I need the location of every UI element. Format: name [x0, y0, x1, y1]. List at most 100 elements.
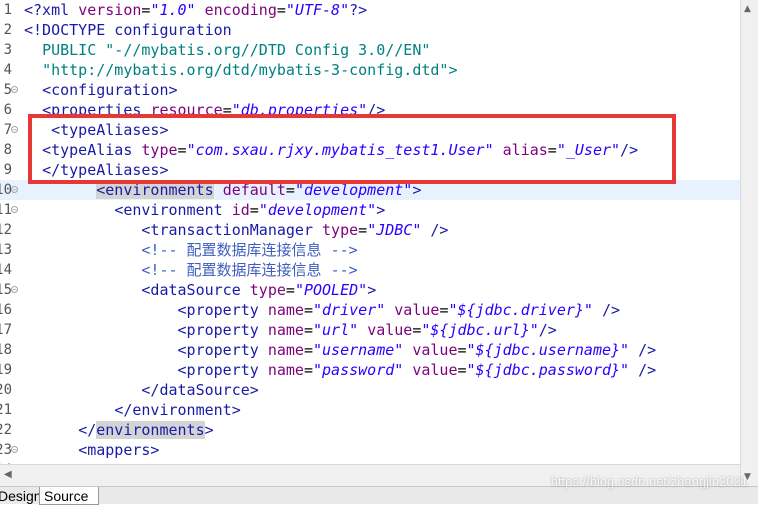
token-tag: <typeAliases> — [51, 121, 169, 139]
code-line[interactable]: 14 <!-- 配置数据库连接信息 --> — [0, 260, 740, 280]
code-text: <!-- 配置数据库连接信息 --> — [24, 260, 357, 280]
code-text: <property name="username" value="${jdbc.… — [24, 340, 657, 360]
code-line[interactable]: 23− <mappers> — [0, 440, 740, 460]
code-text: </dataSource> — [24, 380, 258, 400]
token-str: "driver" — [313, 301, 386, 319]
scroll-left-icon[interactable]: ◀ — [4, 469, 12, 480]
code-line[interactable]: 1 <?xml version="1.0" encoding="UTF-8"?> — [0, 0, 740, 20]
fold-toggle-icon[interactable]: − — [11, 126, 18, 134]
line-number: 20 — [0, 382, 12, 398]
code-line[interactable]: 11− <environment id="development"> — [0, 200, 740, 220]
token-str: "development" — [294, 181, 413, 199]
code-line[interactable]: 21 </environment> — [0, 400, 740, 420]
token-plain: = — [276, 1, 286, 19]
code-line[interactable]: 13 <!-- 配置数据库连接信息 --> — [0, 240, 740, 260]
fold-toggle-icon[interactable]: − — [11, 206, 18, 214]
code-text: </typeAliases> — [24, 160, 168, 180]
token-str: "com.sxau.rjxy.mybatis_test1.User" — [186, 141, 494, 159]
code-line[interactable]: 17 <property name="url" value="${jdbc.ur… — [0, 320, 740, 340]
tab-source[interactable]: Source — [39, 487, 99, 505]
line-number: 3 — [3, 42, 12, 58]
code-line[interactable]: 8 <typeAlias type="com.sxau.rjxy.mybatis… — [0, 140, 740, 160]
code-text: <dataSource type="POOLED"> — [24, 280, 376, 300]
fold-toggle-icon[interactable]: − — [11, 446, 18, 454]
code-line[interactable]: 4 "http://mybatis.org/dtd/mybatis-3-conf… — [0, 60, 740, 80]
token-attr: name — [267, 321, 304, 339]
vertical-scrollbar[interactable]: ▲ ▼ — [740, 0, 758, 486]
watermark-text: https://blog.csdn.net/zhangjin2021 — [550, 474, 748, 489]
line-number: 8 — [3, 142, 12, 158]
code-line[interactable]: 7− <typeAliases> — [0, 120, 740, 140]
token-tag: /> — [629, 361, 657, 379]
code-line[interactable]: 15− <dataSource type="POOLED"> — [0, 280, 740, 300]
token-str: "development" — [258, 201, 377, 219]
token-tag: <configuration> — [42, 81, 178, 99]
line-number: 14 — [0, 262, 12, 278]
token-plain: = — [303, 301, 313, 319]
code-line[interactable]: 2 <!DOCTYPE configuration — [0, 20, 740, 40]
token-str: "${jdbc.username}" — [466, 341, 630, 359]
fold-toggle-icon[interactable]: − — [11, 86, 18, 94]
code-text: <properties resource="db.properties"/> — [24, 100, 385, 120]
code-line[interactable]: 10− <environments default="development"> — [0, 180, 740, 200]
line-number: 17 — [0, 322, 12, 338]
token-str: "${jdbc.password}" — [466, 361, 630, 379]
token-attr: alias — [502, 141, 548, 159]
fold-toggle-icon[interactable]: − — [11, 186, 18, 194]
code-text: PUBLIC "-//mybatis.org//DTD Config 3.0//… — [24, 40, 430, 60]
token-attr: value — [412, 361, 458, 379]
token-tag: environments — [96, 421, 205, 439]
fold-toggle-icon[interactable]: − — [11, 286, 18, 294]
code-line[interactable]: 16 <property name="driver" value="${jdbc… — [0, 300, 740, 320]
token-plain: = — [303, 321, 313, 339]
line-number: 16 — [0, 302, 12, 318]
token-tag: <?xml — [24, 1, 79, 19]
xml-source-editor[interactable]: 1 <?xml version="1.0" encoding="UTF-8"?> 2… — [0, 0, 740, 464]
token-tag: <environments — [96, 181, 214, 199]
code-line[interactable]: 12 <transactionManager type="JDBC" /> — [0, 220, 740, 240]
token-dtd: "http://mybatis.org/dtd/mybatis-3-config… — [42, 61, 458, 79]
token-str: "url" — [313, 321, 359, 339]
line-number: 21 — [0, 402, 12, 418]
line-number: 2 — [3, 22, 12, 38]
code-text: <!-- 配置数据库连接信息 --> — [24, 240, 357, 260]
code-line[interactable]: 6 <properties resource="db.properties"/> — [0, 100, 740, 120]
token-tag: <property — [177, 361, 268, 379]
token-attr: resource — [150, 101, 223, 119]
tab-design[interactable]: Design — [0, 487, 42, 505]
code-line[interactable]: 22 </environments> — [0, 420, 740, 440]
code-line[interactable]: 18 <property name="username" value="${jd… — [0, 340, 740, 360]
token-str: "username" — [313, 341, 404, 359]
token-plain: = — [303, 361, 313, 379]
token-tag: <property — [177, 341, 268, 359]
token-attr: value — [394, 301, 440, 319]
token-plain: = — [285, 281, 295, 299]
token-tag: /> — [592, 301, 621, 319]
code-line[interactable]: 9 </typeAliases> — [0, 160, 740, 180]
code-text: <property name="url" value="${jdbc.url}"… — [24, 320, 557, 340]
code-line[interactable]: 3 PUBLIC "-//mybatis.org//DTD Config 3.0… — [0, 40, 740, 60]
token-tag: /> — [629, 341, 657, 359]
code-text: </environment> — [24, 400, 240, 420]
code-text: <?xml version="1.0" encoding="UTF-8"?> — [24, 0, 367, 20]
scroll-up-icon[interactable]: ▲ — [744, 4, 751, 14]
line-number: 22 — [0, 422, 12, 438]
code-line[interactable]: 19 <property name="password" value="${jd… — [0, 360, 740, 380]
code-line[interactable]: 5− <configuration> — [0, 80, 740, 100]
code-line[interactable]: 20 </dataSource> — [0, 380, 740, 400]
